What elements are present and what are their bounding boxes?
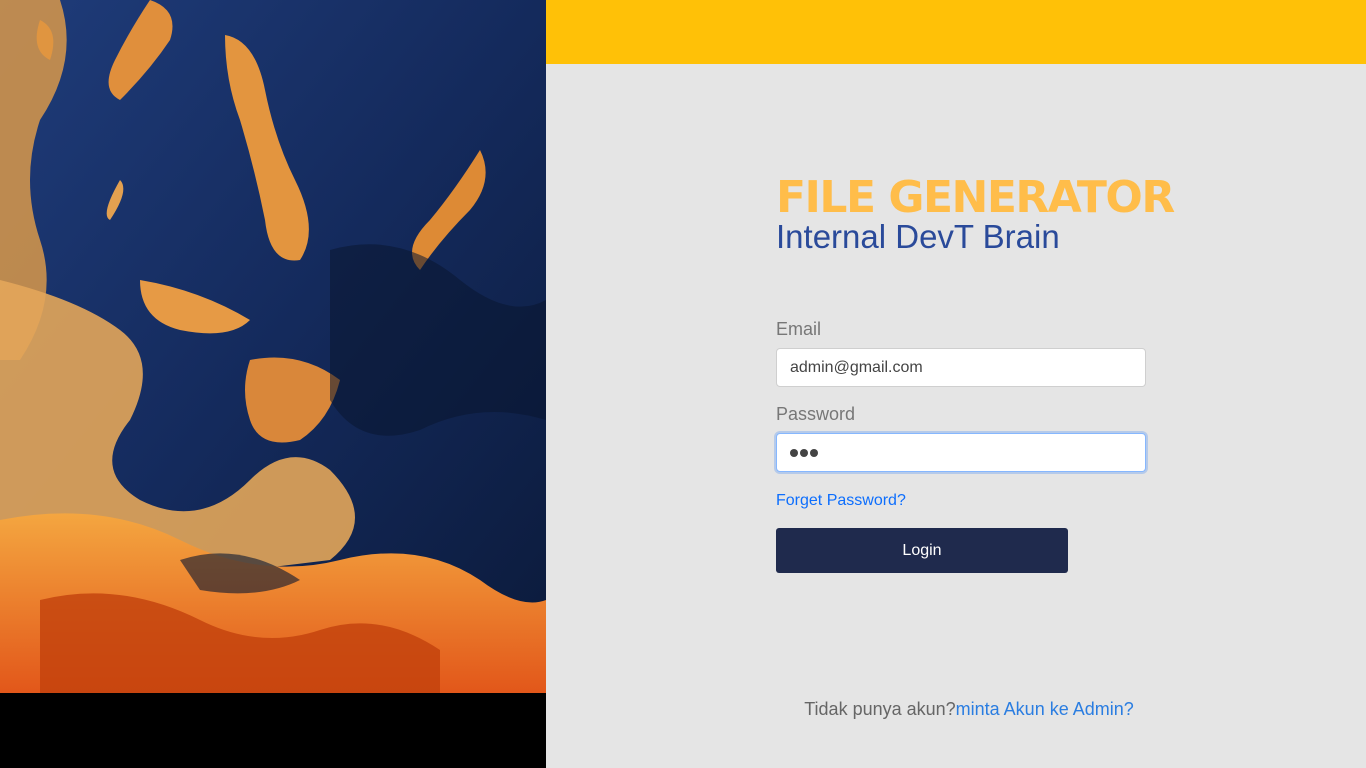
app-subtitle: Internal DevT Brain xyxy=(776,218,1060,255)
request-account-link[interactable]: minta Akun ke Admin? xyxy=(956,699,1134,719)
register-prompt: Tidak punya akun?minta Akun ke Admin? xyxy=(776,698,1162,720)
login-button[interactable]: Login xyxy=(776,528,1068,573)
password-mask xyxy=(790,444,820,461)
password-label: Password xyxy=(776,404,856,424)
app-title: FILE GENERATOR xyxy=(776,172,1175,223)
login-page: FILE GENERATOR Internal DevT Brain Email… xyxy=(0,0,1366,768)
top-accent-bar xyxy=(546,0,1366,64)
forgot-password-link[interactable]: Forget Password? xyxy=(776,491,906,511)
login-panel xyxy=(546,64,1366,768)
email-field[interactable]: admin@gmail.com xyxy=(776,348,1146,387)
email-label: Email xyxy=(776,319,822,339)
password-field[interactable] xyxy=(776,433,1146,472)
hero-image xyxy=(0,0,546,768)
abstract-aerial-art xyxy=(0,0,546,693)
register-prompt-text: Tidak punya akun? xyxy=(804,699,956,719)
